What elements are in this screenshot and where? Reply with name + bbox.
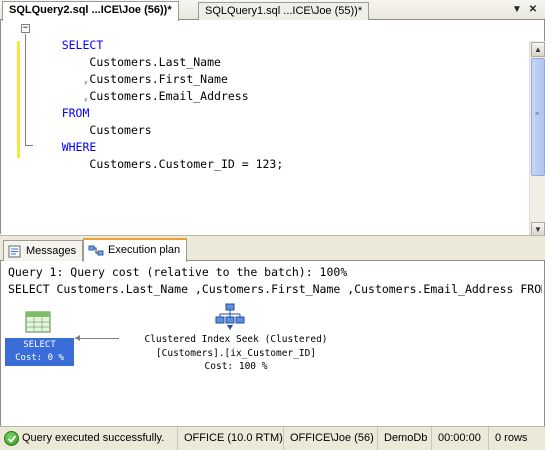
tab-execution-plan[interactable]: Execution plan [83, 238, 188, 262]
status-database: DemoDb [377, 427, 431, 450]
code-line[interactable]: ,Customers.Email_Address [34, 71, 248, 103]
vertical-scroll-thumb[interactable]: ≡ [531, 58, 545, 176]
code-line[interactable]: WHERE [34, 122, 97, 154]
clustered-index-seek-icon[interactable] [215, 303, 245, 331]
execution-plan-pane[interactable]: Query 1: Query cost (relative to the bat… [0, 261, 545, 426]
grip-icon: ≡ [535, 111, 540, 118]
tab-sqlquery2[interactable]: SQLQuery2.sql ...ICE\Joe (56))* [2, 1, 179, 21]
code-line[interactable]: Customers [34, 105, 151, 137]
tab-messages[interactable]: Messages [3, 240, 84, 262]
code-text: Customers.Email_Address [89, 89, 249, 103]
vertical-scrollbar[interactable]: ▲ ≡ ▼ [529, 41, 545, 238]
code-text: Customers.Customer_ID = 123; [89, 157, 284, 171]
messages-icon [8, 245, 22, 258]
modified-lines-indicator [17, 41, 20, 158]
status-message: Query executed successfully. [0, 427, 177, 450]
status-server: OFFICE (10.0 RTM) [177, 427, 283, 450]
status-bar: Query executed successfully. OFFICE (10.… [0, 426, 545, 450]
collapse-toggle-icon[interactable]: − [21, 24, 30, 33]
code-line[interactable]: SELECT [34, 20, 104, 52]
execution-plan-icon [88, 244, 104, 257]
code-line[interactable]: FROM [34, 88, 90, 120]
status-elapsed-time: 00:00:00 [431, 427, 488, 450]
scroll-up-arrow-icon[interactable]: ▲ [531, 42, 545, 57]
line-prefix [62, 157, 90, 171]
status-row-count: 0 rows [488, 427, 545, 450]
query-statement-text: SELECT Customers.Last_Name ,Customers.Fi… [8, 282, 542, 296]
code-line[interactable]: Customers.Customer_ID = 123; [34, 139, 283, 171]
select-operator-icon[interactable] [25, 311, 51, 333]
seek-operator-cost: Cost: 100 % [204, 361, 268, 372]
plan-arrow-icon [75, 335, 80, 341]
code-line[interactable]: Customers.Last_Name [34, 37, 221, 69]
code-line[interactable]: ,Customers.First_Name [34, 54, 227, 86]
outline-line-end [25, 145, 33, 146]
seek-operator-name[interactable]: Clustered Index Seek (Clustered) [101, 333, 371, 346]
select-operator-label: SELECT [23, 340, 56, 350]
select-operator-cost: Cost: 0 % [15, 353, 64, 363]
close-tab-icon[interactable]: ✕ [527, 4, 539, 16]
tab-list-dropdown-icon[interactable]: ▼ [511, 4, 523, 16]
tab-execution-plan-label: Execution plan [108, 244, 181, 256]
tab-messages-label: Messages [26, 245, 77, 257]
query-cost-header: Query 1: Query cost (relative to the bat… [8, 265, 348, 279]
document-tab-strip: SQLQuery2.sql ...ICE\Joe (56))* SQLQuery… [0, 0, 545, 21]
success-check-icon [4, 431, 19, 446]
status-login: OFFICE\Joe (56) [283, 427, 377, 450]
status-message-text: Query executed successfully. [22, 432, 165, 444]
outline-line [25, 34, 26, 145]
code-text: Customers [89, 123, 152, 137]
results-tab-strip: Messages Execution plan [0, 235, 545, 262]
seek-operator-object: [Customers].[ix_Customer_ID] [155, 348, 317, 359]
select-operator-node[interactable]: SELECT Cost: 0 % [5, 338, 74, 366]
tab-sqlquery1[interactable]: SQLQuery1.sql ...ICE\Joe (55))* [198, 2, 370, 20]
query-editor[interactable]: − SELECT Customers.Last_Name ,Customers.… [0, 20, 545, 254]
